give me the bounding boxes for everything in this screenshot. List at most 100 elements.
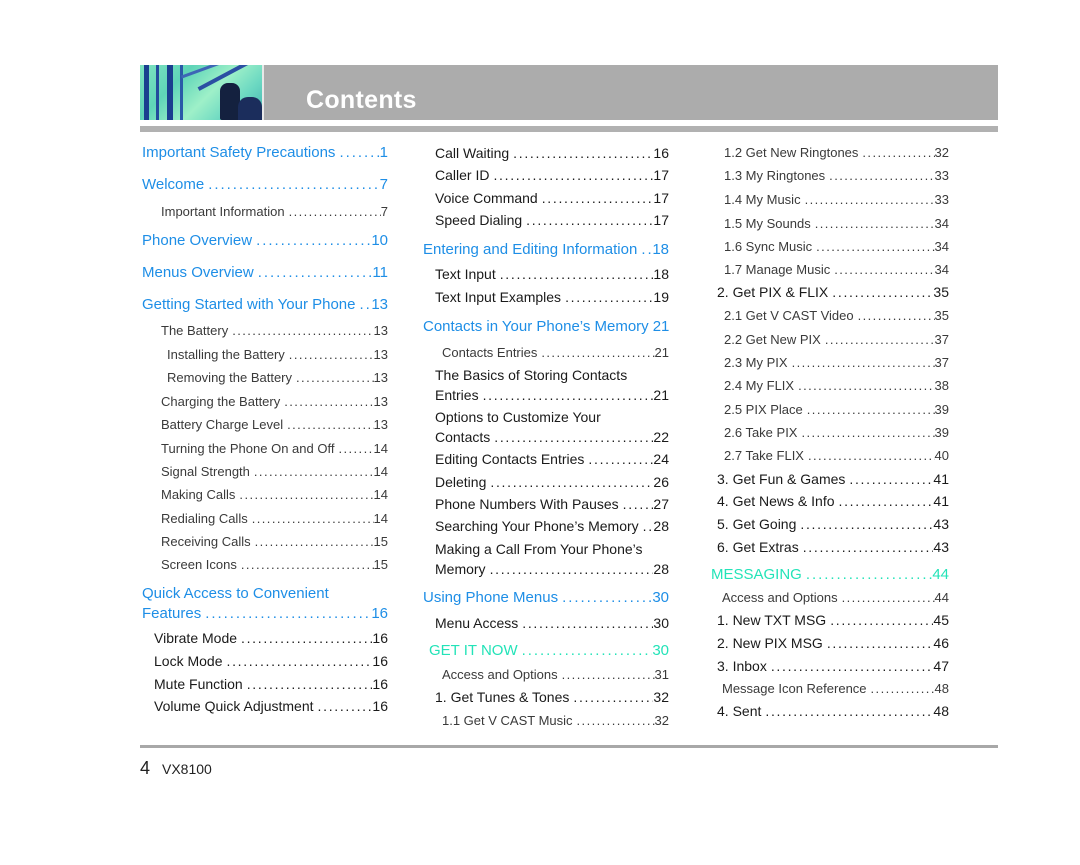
model-name: VX8100 xyxy=(162,761,212,777)
toc-entry-2-3-my-pix[interactable]: 2.3 My PIX 37 xyxy=(724,355,949,370)
toc-entry-title: 2.5 PIX Place xyxy=(724,402,803,417)
toc-entry-menus-overview[interactable]: Menus Overview 11 xyxy=(142,264,388,281)
toc-page-number: 7 xyxy=(379,176,388,193)
toc-entry-caller-id[interactable]: Caller ID 17 xyxy=(435,167,669,183)
dot-leader xyxy=(241,557,374,572)
toc-entry-access-and-options[interactable]: Access and Options 31 xyxy=(442,667,669,682)
toc-entry-vibrate-mode[interactable]: Vibrate Mode 16 xyxy=(154,630,388,646)
toc-entry-1-2-get-new-ringtones[interactable]: 1.2 Get New Ringtones 32 xyxy=(724,145,949,160)
toc-entry-important-safety-precautions[interactable]: Important Safety Precautions 1 xyxy=(142,144,388,161)
toc-entry-title: 1.7 Manage Music xyxy=(724,262,831,277)
toc-entry-2-4-my-flix[interactable]: 2.4 My FLIX 38 xyxy=(724,378,949,393)
toc-entry-mute-function[interactable]: Mute Function 16 xyxy=(154,676,388,692)
toc-entry-2-2-get-new-pix[interactable]: 2.2 Get New PIX 37 xyxy=(724,332,949,347)
dot-leader xyxy=(287,417,373,432)
toc-entry-1-7-manage-music[interactable]: 1.7 Manage Music 34 xyxy=(724,262,949,277)
toc-entry-title: Contacts xyxy=(435,429,491,445)
dot-leader xyxy=(208,176,379,193)
toc-entry-menu-access[interactable]: Menu Access 30 xyxy=(435,615,669,631)
toc-entry-turning-the-phone-on-and-off[interactable]: Turning the Phone On and Off 14 xyxy=(161,441,388,456)
toc-page-number: 13 xyxy=(373,347,388,362)
toc-page-number: 17 xyxy=(653,190,669,206)
toc-entry-title: Phone Numbers With Pauses xyxy=(435,496,619,512)
toc-entry-access-and-options[interactable]: Access and Options 44 xyxy=(722,590,949,605)
toc-entry-options-to-customize-your-contacts[interactable]: Contacts 22 xyxy=(435,429,669,445)
dot-leader xyxy=(483,387,654,403)
toc-entry-get-it-now[interactable]: GET IT NOW 30 xyxy=(429,642,669,659)
toc-entry-quick-access-to-convenient-features[interactable]: Features 16 xyxy=(142,605,388,622)
dot-leader xyxy=(643,518,654,534)
toc-entry-speed-dialing[interactable]: Speed Dialing 17 xyxy=(435,212,669,228)
toc-entry-6-get-extras[interactable]: 6. Get Extras 43 xyxy=(717,539,949,555)
dot-leader xyxy=(232,323,373,338)
toc-entry-contacts-entries[interactable]: Contacts Entries 21 xyxy=(442,345,669,360)
toc-entry-2-1-get-v-cast-video[interactable]: 2.1 Get V CAST Video 35 xyxy=(724,308,949,323)
toc-entry-2-new-pix-msg[interactable]: 2. New PIX MSG 46 xyxy=(717,635,949,651)
toc-entry-charging-the-battery[interactable]: Charging the Battery 13 xyxy=(161,394,388,409)
toc-entry-5-get-going[interactable]: 5. Get Going 43 xyxy=(717,516,949,532)
toc-entry-title: Access and Options xyxy=(722,590,838,605)
toc-entry-2-get-pix-flix[interactable]: 2. Get PIX & FLIX 35 xyxy=(717,284,949,300)
toc-entry-1-new-txt-msg[interactable]: 1. New TXT MSG 45 xyxy=(717,612,949,628)
toc-entry-call-waiting[interactable]: Call Waiting 16 xyxy=(435,145,669,161)
toc-entry-messaging[interactable]: MESSAGING 44 xyxy=(711,566,949,583)
toc-entry-2-5-pix-place[interactable]: 2.5 PIX Place 39 xyxy=(724,402,949,417)
toc-entry-lock-mode[interactable]: Lock Mode 16 xyxy=(154,653,388,669)
toc-entry-1-1-get-v-cast-music[interactable]: 1.1 Get V CAST Music 32 xyxy=(442,713,669,728)
toc-entry-entering-and-editing-information[interactable]: Entering and Editing Information 18 xyxy=(423,241,669,258)
toc-entry-the-battery[interactable]: The Battery 13 xyxy=(161,323,388,338)
toc-entry-1-6-sync-music[interactable]: 1.6 Sync Music 34 xyxy=(724,239,949,254)
toc-page-number: 37 xyxy=(934,355,949,370)
dot-leader xyxy=(832,284,933,300)
toc-entry-the-basics-of-storing-contacts-entries[interactable]: Entries 21 xyxy=(435,387,669,403)
toc-entry-redialing-calls[interactable]: Redialing Calls 14 xyxy=(161,511,388,526)
toc-entry-text-input-examples[interactable]: Text Input Examples 19 xyxy=(435,289,669,305)
toc-entry-2-6-take-pix[interactable]: 2.6 Take PIX 39 xyxy=(724,425,949,440)
toc-entry-making-calls[interactable]: Making Calls 14 xyxy=(161,487,388,502)
toc-entry-contacts-in-your-phone-s-memory[interactable]: Contacts in Your Phone’s Memory 21 xyxy=(423,318,669,335)
toc-page-number: 46 xyxy=(933,635,949,651)
toc-page-number: 39 xyxy=(934,402,949,417)
toc-entry-using-phone-menus[interactable]: Using Phone Menus 30 xyxy=(423,589,669,606)
dot-leader xyxy=(815,216,935,231)
toc-entry-1-5-my-sounds[interactable]: 1.5 My Sounds 34 xyxy=(724,216,949,231)
toc-entry-2-7-take-flix[interactable]: 2.7 Take FLIX 40 xyxy=(724,448,949,463)
dot-leader xyxy=(493,167,653,183)
toc-entry-phone-overview[interactable]: Phone Overview 10 xyxy=(142,232,388,249)
toc-entry-4-sent[interactable]: 4. Sent 48 xyxy=(717,703,949,719)
toc-page-number: 15 xyxy=(373,557,388,572)
dot-leader xyxy=(807,402,935,417)
dot-leader xyxy=(808,448,935,463)
toc-entry-4-get-news-info[interactable]: 4. Get News & Info 41 xyxy=(717,493,949,509)
dot-leader xyxy=(258,264,373,281)
dot-leader xyxy=(792,355,935,370)
toc-entry-phone-numbers-with-pauses[interactable]: Phone Numbers With Pauses 27 xyxy=(435,496,669,512)
toc-entry-editing-contacts-entries[interactable]: Editing Contacts Entries 24 xyxy=(435,451,669,467)
toc-entry-1-get-tunes-tones[interactable]: 1. Get Tunes & Tones 32 xyxy=(435,689,669,705)
toc-entry-volume-quick-adjustment[interactable]: Volume Quick Adjustment 16 xyxy=(154,698,388,714)
toc-entry-1-4-my-music[interactable]: 1.4 My Music 33 xyxy=(724,192,949,207)
toc-entry-important-information[interactable]: Important Information 7 xyxy=(161,204,388,219)
toc-entry-welcome[interactable]: Welcome 7 xyxy=(142,176,388,193)
toc-entry-3-inbox[interactable]: 3. Inbox 47 xyxy=(717,658,949,674)
toc-page-number: 32 xyxy=(653,689,669,705)
toc-entry-receiving-calls[interactable]: Receiving Calls 15 xyxy=(161,534,388,549)
toc-entry-getting-started-with-your-phone[interactable]: Getting Started with Your Phone 13 xyxy=(142,296,388,313)
toc-entry-installing-the-battery[interactable]: Installing the Battery 13 xyxy=(167,347,388,362)
dot-leader xyxy=(827,635,934,651)
toc-entry-title: 2. Get PIX & FLIX xyxy=(717,284,829,300)
toc-entry-1-3-my-ringtones[interactable]: 1.3 My Ringtones 33 xyxy=(724,168,949,183)
toc-entry-battery-charge-level[interactable]: Battery Charge Level 13 xyxy=(161,417,388,432)
toc-entry-removing-the-battery[interactable]: Removing the Battery 13 xyxy=(167,370,388,385)
toc-entry-deleting[interactable]: Deleting 26 xyxy=(435,474,669,490)
toc-entry-message-icon-reference[interactable]: Message Icon Reference 48 xyxy=(722,681,949,696)
toc-entry-searching-your-phone-s-memory[interactable]: Searching Your Phone’s Memory 28 xyxy=(435,518,669,534)
dot-leader xyxy=(623,496,654,512)
toc-entry-title: Battery Charge Level xyxy=(161,417,284,432)
toc-entry-screen-icons[interactable]: Screen Icons 15 xyxy=(161,557,388,572)
toc-entry-signal-strength[interactable]: Signal Strength 14 xyxy=(161,464,388,479)
toc-entry-3-get-fun-games[interactable]: 3. Get Fun & Games 41 xyxy=(717,471,949,487)
toc-entry-voice-command[interactable]: Voice Command 17 xyxy=(435,190,669,206)
toc-entry-making-a-call-from-your-phone-s-memory[interactable]: Memory 28 xyxy=(435,561,669,577)
toc-entry-text-input[interactable]: Text Input 18 xyxy=(435,266,669,282)
